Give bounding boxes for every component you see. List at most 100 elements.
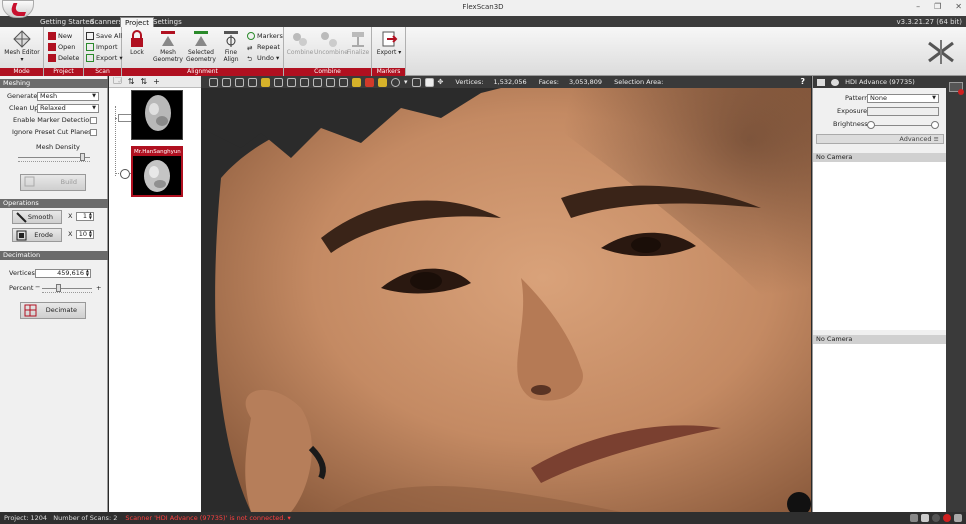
chevron-down-icon[interactable]: ▾ <box>404 78 408 86</box>
lasso-icon[interactable] <box>391 77 400 87</box>
export-scan-button[interactable]: Export ▾ <box>86 53 123 63</box>
brightness-slider[interactable] <box>873 125 935 126</box>
marker-detection-label: Enable Marker Detection <box>13 116 94 124</box>
scan-thumbnail[interactable] <box>131 90 183 140</box>
lock-button[interactable]: Lock <box>126 30 148 56</box>
viewport-toolbar: ▾ ✥ Vertices: 1,532,056 Faces: 3,053,809 S… <box>201 76 811 88</box>
finalize-button[interactable]: Finalize <box>346 30 370 56</box>
advanced-toggle[interactable]: Advanced ≡ <box>816 134 944 144</box>
right-side-strip <box>946 76 966 512</box>
ignore-cut-planes-checkbox[interactable] <box>90 129 97 136</box>
chevron-down-icon: ▼ <box>92 105 96 111</box>
build-label: Build <box>60 178 77 186</box>
group-label-alignment: Alignment <box>122 68 283 76</box>
grid-icon[interactable] <box>274 77 283 87</box>
mesh-geometry-button[interactable]: Mesh Geometry <box>152 30 184 63</box>
smooth-button[interactable]: Smooth <box>12 210 62 224</box>
spinner-arrows-icon[interactable]: ▲ ▼ <box>89 212 92 220</box>
axes-icon[interactable] <box>313 77 322 87</box>
3d-viewport[interactable]: ▾ ✥ Vertices: 1,532,056 Faces: 3,053,809 S… <box>201 76 811 512</box>
selected-geometry-button[interactable]: Selected Geometry <box>186 30 216 63</box>
view-points-icon[interactable] <box>235 77 244 87</box>
help-icon[interactable]: ? <box>800 77 805 86</box>
brightness-plus-icon[interactable] <box>931 121 939 129</box>
percent-thumb[interactable] <box>56 284 61 292</box>
markers-align-button[interactable]: Markers <box>247 31 283 41</box>
scan-group-icon[interactable] <box>118 114 132 122</box>
view-toggle-icon[interactable]: 🗔 <box>113 75 122 89</box>
gear-icon[interactable] <box>831 78 840 86</box>
delete-button[interactable]: Delete <box>48 53 79 63</box>
percent-slider[interactable] <box>42 284 92 292</box>
repeat-button[interactable]: ⇄ Repeat <box>247 42 280 52</box>
add-group-icon[interactable]: + <box>153 77 160 86</box>
maximize-button[interactable]: ❐ <box>934 2 941 11</box>
uncombine-button[interactable]: Uncombine <box>314 30 348 56</box>
combine-button[interactable]: Combine <box>286 30 314 56</box>
play-icon[interactable] <box>411 77 421 87</box>
export-markers-button[interactable]: Export ▾ <box>376 30 402 56</box>
mesh-editor-label: Mesh Editor ▾ <box>4 49 40 63</box>
new-button[interactable]: New <box>48 31 72 41</box>
generate-dropdown[interactable]: Mesh ▼ <box>37 92 99 101</box>
sort-ascending-icon[interactable]: ⇅ <box>128 77 135 86</box>
select-icon[interactable] <box>365 77 374 87</box>
exposure-field[interactable] <box>867 107 939 116</box>
bounding-box-icon[interactable] <box>326 77 335 87</box>
marker-detection-checkbox[interactable] <box>90 117 97 124</box>
scan-node-icon[interactable] <box>120 169 130 179</box>
undo-label: Undo ▾ <box>257 54 280 62</box>
import-button[interactable]: Import <box>86 42 118 52</box>
build-button[interactable]: Build <box>20 174 86 191</box>
spinner-arrows-icon[interactable]: ▲ ▼ <box>86 269 89 277</box>
view-front-icon[interactable] <box>209 77 218 87</box>
scan-tree-panel: 🗔 ⇅ ⇅ + Mr.HanSanghyun <box>109 76 201 512</box>
tab-settings[interactable]: Settings <box>149 17 186 27</box>
erode-iterations-spinner[interactable]: 10 ▲ ▼ <box>76 230 94 239</box>
mesh-density-slider[interactable] <box>18 153 90 161</box>
alert-icon[interactable] <box>943 514 951 522</box>
view-wireframe-icon[interactable] <box>222 77 231 87</box>
vertices-spinner[interactable]: 459,616 ▲ ▼ <box>35 269 91 278</box>
save-all-button[interactable]: Save All <box>86 31 122 41</box>
stop-icon[interactable] <box>424 77 434 87</box>
brightness-minus-icon[interactable] <box>867 121 875 129</box>
move-icon[interactable]: ✥ <box>438 78 444 86</box>
decimate-button[interactable]: Decimate <box>20 302 86 319</box>
erode-button[interactable]: Erode <box>12 228 62 242</box>
pattern-dropdown[interactable]: None ▼ <box>867 94 939 103</box>
view-shaded-icon[interactable] <box>248 77 257 87</box>
group-label-mode: Mode <box>0 68 43 76</box>
smooth-iterations-spinner[interactable]: 1 ▲ ▼ <box>76 212 94 221</box>
percent-minus[interactable]: − <box>35 283 40 292</box>
minimize-button[interactable]: – <box>916 2 920 11</box>
settings-icon[interactable] <box>954 514 962 522</box>
mesh-density-thumb[interactable] <box>80 153 85 161</box>
cleanup-dropdown[interactable]: Relaxed ▼ <box>37 104 99 113</box>
percent-plus[interactable]: + <box>96 284 101 293</box>
scan-thumbnail-selected[interactable]: Mr.HanSanghyun <box>131 146 183 197</box>
fine-align-button[interactable]: Fine Align <box>217 30 245 63</box>
open-button[interactable]: Open <box>48 42 75 52</box>
brush-select-icon[interactable] <box>378 77 387 87</box>
close-button[interactable]: ✕ <box>955 2 962 11</box>
operations-header: Operations <box>0 199 108 208</box>
repeat-label: Repeat <box>257 43 280 51</box>
transform-icon[interactable] <box>287 77 296 87</box>
spinner-arrows-icon[interactable]: ▲ ▼ <box>89 230 92 238</box>
mesh-editor-button[interactable]: Mesh Editor ▾ <box>2 30 42 63</box>
lighting-icon[interactable] <box>261 77 270 87</box>
scanner-warning[interactable]: Scanner 'HDI Advance (97735)' is not con… <box>125 514 290 522</box>
camera-icon[interactable] <box>817 78 825 86</box>
undo-button[interactable]: ⮌ Undo ▾ <box>247 53 279 63</box>
cube-icon[interactable] <box>300 77 309 87</box>
decimate-icon <box>24 304 37 317</box>
rotate-icon[interactable] <box>339 77 348 87</box>
pattern-label: Pattern <box>845 94 869 102</box>
network-icon[interactable] <box>910 514 918 522</box>
texture-icon[interactable] <box>352 77 361 87</box>
finalize-label: Finalize <box>346 49 370 56</box>
display-icon[interactable] <box>921 514 929 522</box>
sort-descending-icon[interactable]: ⇅ <box>140 77 147 86</box>
camera-status-icon[interactable] <box>932 514 940 522</box>
